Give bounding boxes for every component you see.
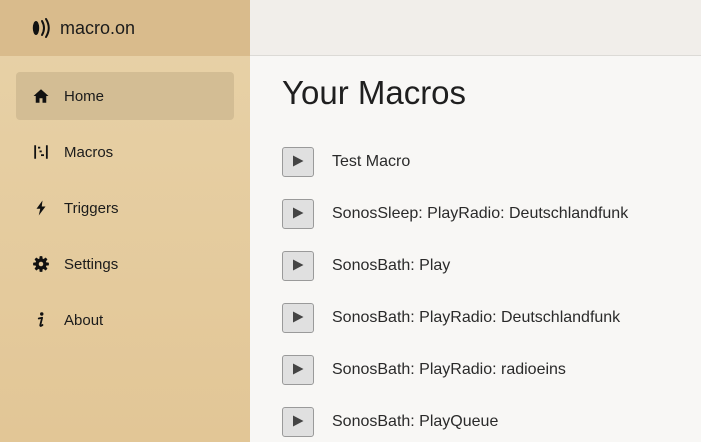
play-button[interactable] [282,251,314,281]
sidebar-item-macros[interactable]: Macros [16,128,234,176]
bolt-icon [32,199,50,217]
play-button[interactable] [282,407,314,437]
macro-name: SonosSleep: PlayRadio: Deutschlandfunk [332,205,629,222]
sidebar-item-label: Home [64,87,105,105]
play-icon [292,311,304,326]
sidebar-item-home[interactable]: Home [16,72,234,120]
page-title: Your Macros [282,74,467,111]
gear-icon [32,255,50,273]
sidebar-item-about[interactable]: About [16,296,234,344]
play-icon [292,155,304,170]
play-button[interactable] [282,147,314,177]
info-icon [32,311,50,329]
sound-waves-icon [30,16,54,40]
sidebar-item-settings[interactable]: Settings [16,240,234,288]
play-button[interactable] [282,355,314,385]
macro-name: SonosBath: PlayRadio: radioeins [332,361,566,378]
sidebar: macro.on Home Macros Triggers Settings A… [0,0,250,442]
macro-name: SonosBath: PlayRadio: Deutschlandfunk [332,309,621,326]
sidebar-item-label: Triggers [64,199,119,217]
brand-name[interactable]: macro.on [60,18,135,39]
macro-name: SonosBath: PlayQueue [332,413,499,430]
play-button[interactable] [282,199,314,229]
macro-list: Test Macro SonosSleep: PlayRadio: Deutsc… [282,136,628,442]
play-icon [292,207,304,222]
main-content: Your Macros Test Macro SonosSleep: PlayR… [250,56,701,442]
play-button[interactable] [282,303,314,333]
brand-bar: macro.on [0,0,250,56]
macro-name: Test Macro [332,153,411,170]
sidebar-item-label: Macros [64,143,114,161]
list-item: SonosBath: PlayRadio: radioeins [282,344,628,396]
sidebar-item-triggers[interactable]: Triggers [16,184,234,232]
list-item: SonosSleep: PlayRadio: Deutschlandfunk [282,188,628,240]
sidebar-item-label: Settings [64,255,119,273]
list-item: Test Macro [282,136,628,188]
macro-name: SonosBath: Play [332,257,451,274]
play-icon [292,259,304,274]
play-icon [292,363,304,378]
home-icon [32,87,50,105]
macros-icon [32,143,50,161]
list-item: SonosBath: PlayQueue [282,396,628,442]
top-bar [250,0,701,56]
list-item: SonosBath: Play [282,240,628,292]
sidebar-item-label: About [64,311,104,329]
list-item: SonosBath: PlayRadio: Deutschlandfunk [282,292,628,344]
play-icon [292,415,304,430]
sidebar-nav: Home Macros Triggers Settings About [0,56,250,344]
